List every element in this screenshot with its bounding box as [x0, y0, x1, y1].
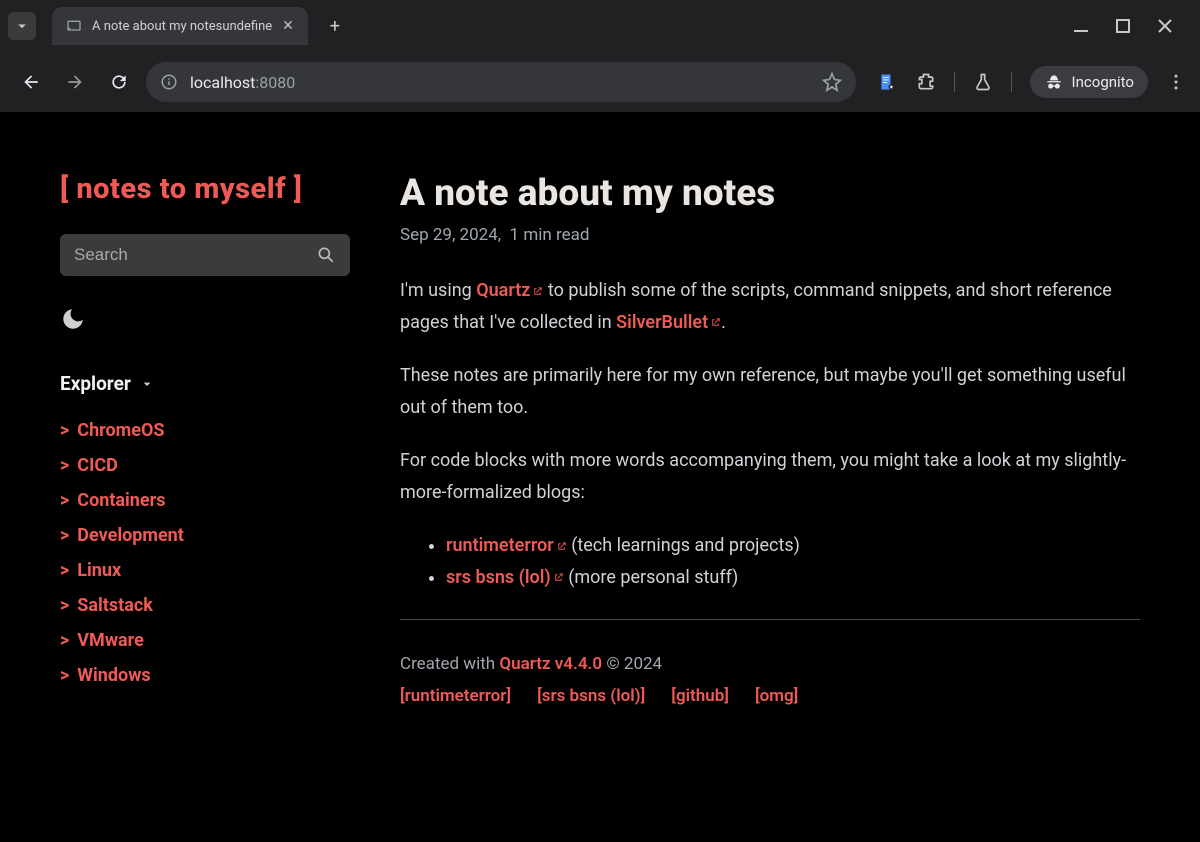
- toolbar-divider: [954, 72, 955, 92]
- chevron-right-icon: >: [60, 455, 69, 476]
- back-button[interactable]: [14, 65, 48, 99]
- chevron-right-icon: >: [60, 665, 69, 686]
- explorer-item[interactable]: > Windows: [60, 658, 360, 693]
- external-link-icon: [556, 541, 567, 552]
- explorer-toggle[interactable]: Explorer: [60, 372, 360, 395]
- explorer-item[interactable]: > Containers: [60, 483, 360, 518]
- address-bar[interactable]: localhost:8080: [146, 62, 856, 102]
- explorer-item[interactable]: > Saltstack: [60, 588, 360, 623]
- site-info-icon[interactable]: [160, 73, 178, 91]
- chevron-down-icon: [13, 17, 31, 35]
- explorer-item-label: Development: [77, 525, 184, 546]
- explorer-item-label: CICD: [77, 455, 118, 476]
- blog-link-desc: (more personal stuff): [564, 567, 739, 588]
- explorer-item-label: Windows: [77, 665, 150, 686]
- labs-flask-icon[interactable]: [973, 72, 993, 92]
- chevron-right-icon: >: [60, 525, 69, 546]
- footer-links: [runtimeterror] [srs bsns (lol)] [github] […: [400, 686, 1140, 706]
- tab-close-button[interactable]: ✕: [282, 18, 294, 34]
- reload-button[interactable]: [102, 65, 136, 99]
- footer-link[interactable]: [srs bsns (lol)]: [537, 686, 645, 706]
- explorer-list: > ChromeOS > CICD > Containers > Development > Li…: [60, 413, 360, 693]
- explorer-item-label: Containers: [77, 490, 165, 511]
- new-tab-button[interactable]: +: [320, 11, 350, 41]
- incognito-label: Incognito: [1072, 73, 1134, 91]
- chevron-right-icon: >: [60, 630, 69, 651]
- browser-toolbar: localhost:8080 Incognito: [0, 52, 1200, 112]
- minimize-button[interactable]: [1074, 19, 1088, 33]
- tab-title: A note about my notesundefine: [92, 19, 272, 34]
- chevron-right-icon: >: [60, 490, 69, 511]
- explorer-item[interactable]: > VMware: [60, 623, 360, 658]
- footer-link[interactable]: [omg]: [755, 686, 798, 706]
- search-box[interactable]: [60, 234, 350, 276]
- external-link-icon: [553, 572, 564, 583]
- maximize-button[interactable]: [1116, 19, 1130, 33]
- tab-strip: A note about my notesundefine ✕ +: [0, 0, 1200, 52]
- footer-credit: Created with Quartz v4.4.0 © 2024: [400, 654, 1140, 674]
- reader-mode-icon[interactable]: [878, 72, 898, 92]
- page-title: A note about my notes: [400, 172, 1140, 215]
- browser-tab[interactable]: A note about my notesundefine ✕: [52, 7, 308, 45]
- explorer-item[interactable]: > CICD: [60, 448, 360, 483]
- forward-button[interactable]: [58, 65, 92, 99]
- url-host: localhost: [190, 73, 255, 92]
- search-input[interactable]: [74, 245, 316, 265]
- window-controls: [1074, 19, 1192, 33]
- paragraph: I'm using Quartz to publish some of the …: [400, 275, 1140, 338]
- menu-kebab-icon[interactable]: [1166, 72, 1186, 92]
- toolbar-right-icons: Incognito: [878, 66, 1186, 98]
- search-icon: [316, 245, 336, 265]
- incognito-badge[interactable]: Incognito: [1030, 66, 1148, 98]
- browser-chrome: A note about my notesundefine ✕ + localh…: [0, 0, 1200, 112]
- page-content: [ notes to myself ] Explorer > ChromeOS > C…: [0, 112, 1200, 842]
- explorer-item-label: Saltstack: [77, 595, 153, 616]
- article-body: I'm using Quartz to publish some of the …: [400, 275, 1140, 706]
- blog-link[interactable]: runtimeterror: [446, 535, 567, 556]
- link-silverbullet[interactable]: SilverBullet: [616, 312, 721, 333]
- bookmark-star-icon[interactable]: [822, 72, 842, 92]
- paragraph: These notes are primarily here for my ow…: [400, 360, 1140, 423]
- close-window-button[interactable]: [1158, 19, 1172, 33]
- blog-link-list: runtimeterror (tech learnings and projec…: [446, 530, 1140, 593]
- explorer-item[interactable]: > Linux: [60, 553, 360, 588]
- sidebar: [ notes to myself ] Explorer > ChromeOS > C…: [60, 172, 360, 842]
- tab-search-dropdown[interactable]: [8, 12, 36, 40]
- article-date: Sep 29, 2024,: [400, 225, 501, 245]
- paragraph: For code blocks with more words accompan…: [400, 445, 1140, 508]
- chevron-right-icon: >: [60, 420, 69, 441]
- link-quartz[interactable]: Quartz: [476, 280, 543, 301]
- external-link-icon: [710, 317, 721, 328]
- page-favicon: [66, 18, 82, 34]
- article-meta: Sep 29, 2024, 1 min read: [400, 225, 1140, 245]
- link-quartz-version[interactable]: Quartz v4.4.0: [499, 654, 602, 674]
- footer-link[interactable]: [runtimeterror]: [400, 686, 511, 706]
- explorer-item[interactable]: > Development: [60, 518, 360, 553]
- moon-icon: [60, 306, 86, 332]
- blog-link[interactable]: srs bsns (lol): [446, 567, 564, 588]
- explorer-item-label: ChromeOS: [77, 420, 164, 441]
- external-link-icon: [532, 286, 543, 297]
- article-readtime: 1 min read: [510, 225, 590, 245]
- toolbar-divider: [1011, 72, 1012, 92]
- explorer-item-label: Linux: [77, 560, 121, 581]
- theme-toggle[interactable]: [60, 306, 360, 332]
- separator: [400, 619, 1140, 620]
- url-text: localhost:8080: [190, 73, 295, 92]
- blog-link-desc: (tech learnings and projects): [567, 535, 800, 556]
- incognito-icon: [1044, 72, 1064, 92]
- chevron-down-icon: [139, 376, 155, 392]
- footer-link[interactable]: [github]: [671, 686, 729, 706]
- extensions-icon[interactable]: [916, 72, 936, 92]
- article: A note about my notes Sep 29, 2024, 1 mi…: [400, 172, 1140, 842]
- explorer-item-label: VMware: [77, 630, 144, 651]
- list-item: srs bsns (lol) (more personal stuff): [446, 562, 1140, 594]
- url-port: :8080: [255, 73, 295, 92]
- site-title[interactable]: [ notes to myself ]: [60, 172, 360, 206]
- list-item: runtimeterror (tech learnings and projec…: [446, 530, 1140, 562]
- chevron-right-icon: >: [60, 560, 69, 581]
- chevron-right-icon: >: [60, 595, 69, 616]
- explorer-label: Explorer: [60, 372, 131, 395]
- explorer-item[interactable]: > ChromeOS: [60, 413, 360, 448]
